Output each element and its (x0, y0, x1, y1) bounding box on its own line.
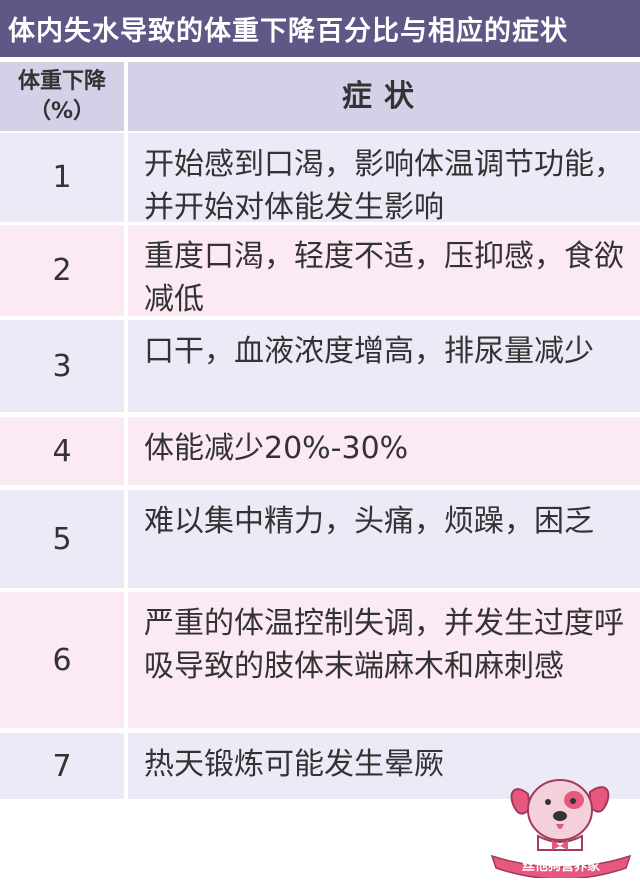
header-symptom: 症状 (128, 62, 640, 131)
table-title: 体内失水导致的体重下降百分比与相应的症状 (8, 16, 568, 47)
row-symptom: 体能减少20%-30% (128, 417, 640, 485)
row-symptom: 重度口渴，轻度不适，压抑感，食欲减低 (128, 225, 640, 317)
page: 体内失水导致的体重下降百分比与相应的症状 体重下降 （%） 症状 1 开始感到口… (0, 0, 640, 881)
header-weight-loss: 体重下降 （%） (0, 62, 124, 131)
table-header-row: 体重下降 （%） 症状 (0, 62, 640, 131)
table-row: 2 重度口渴，轻度不适，压抑感，食欲减低 (0, 225, 640, 317)
row-percent: 4 (0, 417, 124, 485)
row-percent: 5 (0, 490, 124, 588)
row-symptom: 口干，血液浓度增高，排尿量减少 (128, 320, 640, 412)
row-symptom: 严重的体温控制失调，并发生过度呼吸导致的肢体末端麻木和麻刺感 (128, 592, 640, 728)
table-row: 3 口干，血液浓度增高，排尿量减少 (0, 320, 640, 412)
table-row: 5 难以集中精力，头痛，烦躁，困乏 (0, 490, 640, 588)
table-row: 6 严重的体温控制失调，并发生过度呼吸导致的肢体末端麻木和麻刺感 (0, 592, 640, 728)
header-weight-loss-line2: （%） (28, 98, 96, 124)
dog-mascot-logo: 丝他狗营养家 (490, 779, 632, 878)
row-symptom: 难以集中精力，头痛，烦躁，困乏 (128, 490, 640, 588)
row-percent: 6 (0, 592, 124, 728)
row-percent: 1 (0, 133, 124, 222)
row-percent: 3 (0, 320, 124, 412)
row-percent: 2 (0, 225, 124, 316)
row-symptom: 开始感到口渴，影响体温调节功能，并开始对体能发生影响 (128, 133, 640, 225)
title-bar: 体内失水导致的体重下降百分比与相应的症状 (0, 0, 640, 57)
table-row: 4 体能减少20%-30% (0, 417, 640, 485)
header-weight-loss-line1: 体重下降 (17, 68, 106, 94)
watermark-text: 丝他狗营养家 (522, 858, 601, 874)
table-row: 1 开始感到口渴，影响体温调节功能，并开始对体能发生影响 (0, 133, 640, 225)
row-percent: 7 (0, 733, 124, 799)
